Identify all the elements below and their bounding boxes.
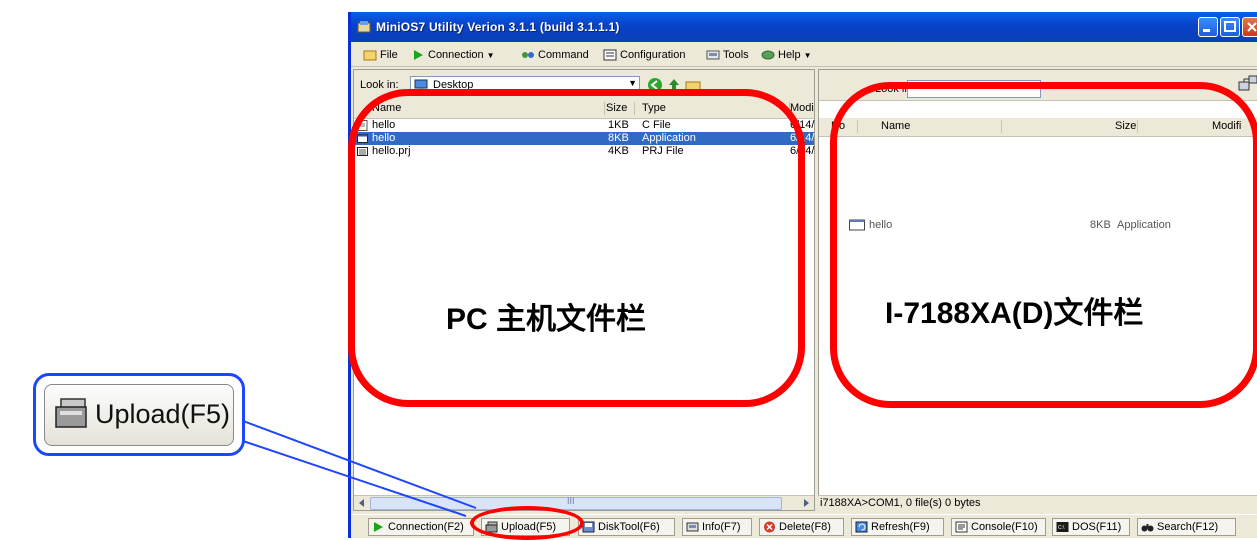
callout-lines (242, 420, 477, 517)
upload-zoom-callout: Upload(F5) (33, 373, 245, 456)
upload-icon (55, 398, 87, 428)
upload-zoom-button: Upload(F5) (44, 384, 234, 446)
upload-zoom-label: Upload(F5) (95, 399, 231, 429)
